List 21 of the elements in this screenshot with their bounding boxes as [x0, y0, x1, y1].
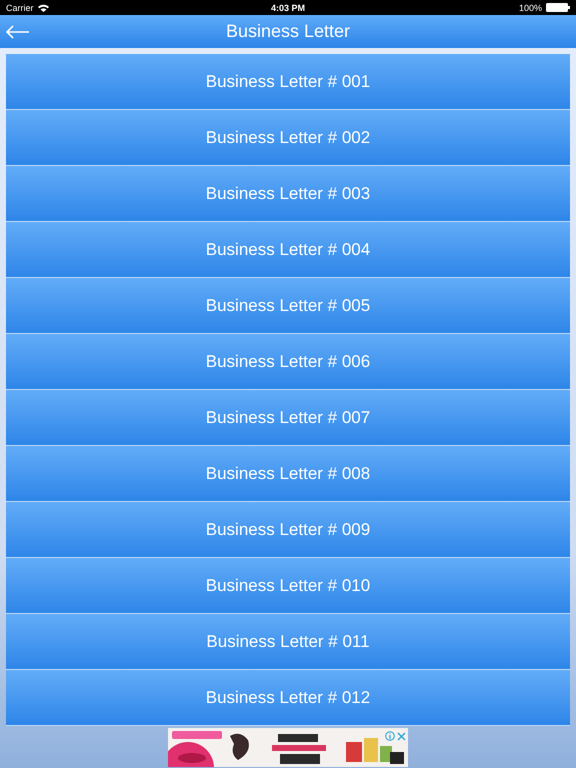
- letter-list-item[interactable]: Business Letter # 010: [6, 558, 570, 614]
- back-arrow-icon[interactable]: [6, 25, 30, 39]
- battery-percent: 100%: [518, 2, 542, 12]
- letter-list-item[interactable]: Business Letter # 003: [6, 166, 570, 222]
- screen-title: Business Letter: [226, 21, 350, 42]
- letter-list-item[interactable]: Business Letter # 012: [6, 670, 570, 726]
- close-icon[interactable]: [397, 732, 406, 740]
- letter-list-item[interactable]: Business Letter # 011: [6, 614, 570, 670]
- wifi-icon: [38, 4, 49, 12]
- battery-icon: [546, 3, 570, 12]
- letter-list-item[interactable]: Business Letter # 005: [6, 278, 570, 334]
- letter-list-item[interactable]: Business Letter # 009: [6, 502, 570, 558]
- letter-list-item[interactable]: Business Letter # 001: [6, 54, 570, 110]
- letter-list-item[interactable]: Business Letter # 006: [6, 334, 570, 390]
- info-icon[interactable]: [385, 731, 395, 741]
- letter-list-item[interactable]: Business Letter # 008: [6, 446, 570, 502]
- letter-list-item[interactable]: Business Letter # 007: [6, 390, 570, 446]
- letter-list-item[interactable]: Business Letter # 004: [6, 222, 570, 278]
- letter-list-item[interactable]: Business Letter # 002: [6, 110, 570, 166]
- carrier-name: Carrier: [6, 2, 34, 12]
- clock-time: 4:03 PM: [271, 2, 305, 12]
